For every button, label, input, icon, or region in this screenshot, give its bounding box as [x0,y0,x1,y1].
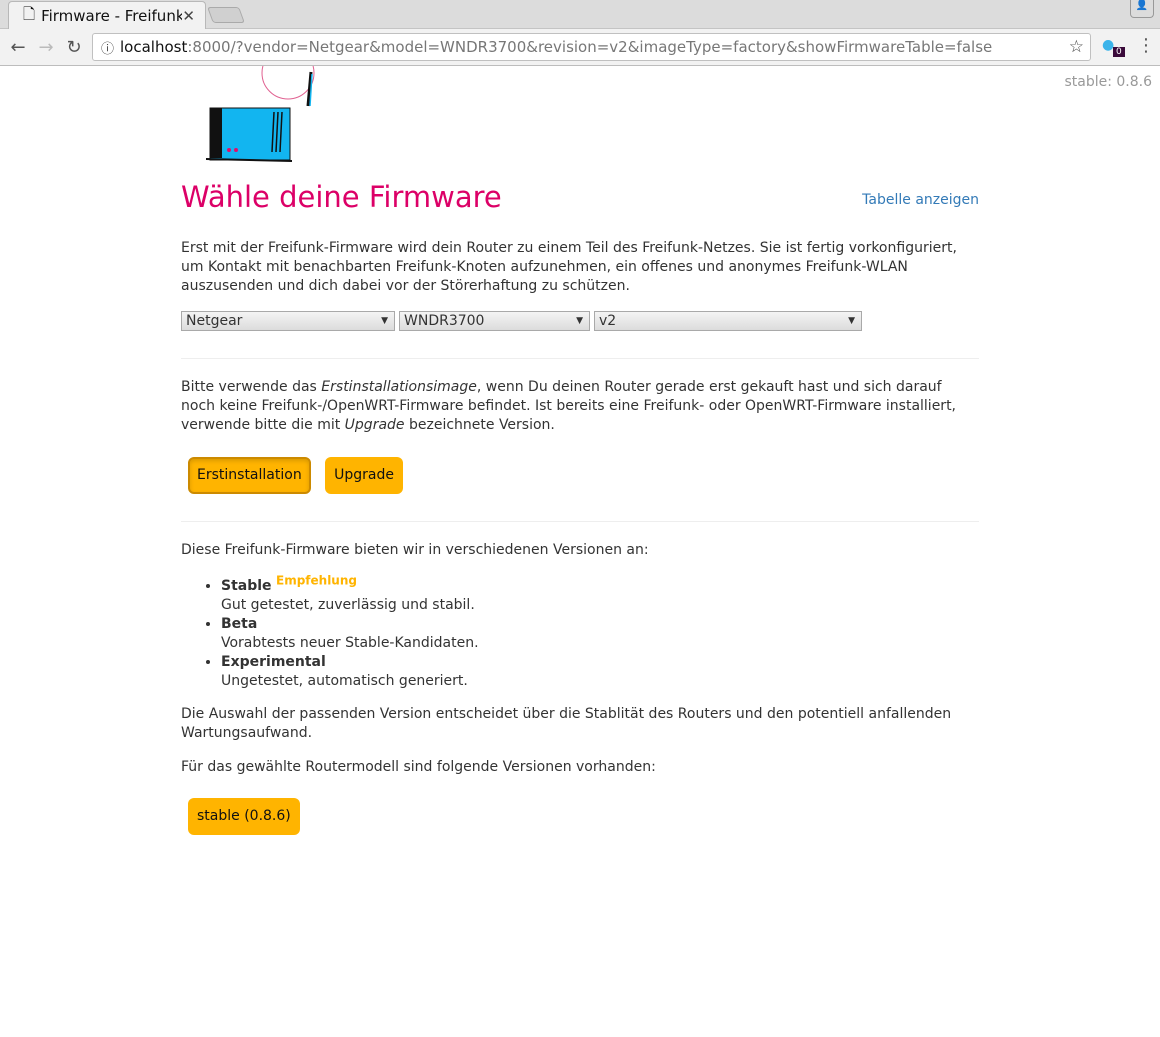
branch-stable: Stable Empfehlung Gut getestet, zuverläss… [221,574,979,615]
available-intro: Für das gewählte Routermodell sind folge… [181,759,656,775]
chevron-down-icon: ▼ [576,316,583,326]
info-text: Bitte verwende das [181,379,322,395]
branch-desc: Gut getestet, zuverlässig und stabil. [221,597,475,613]
tab-title: Firmware - Freifunk [41,7,183,25]
bookmark-star-icon[interactable]: ☆ [1069,37,1084,57]
reload-icon[interactable]: ↻ [60,37,88,58]
divider [181,521,979,522]
url-host: localhost [120,38,188,56]
close-tab-icon[interactable]: ✕ [182,7,195,25]
branch-name: Experimental [221,654,326,670]
branch-name: Stable [221,578,272,594]
info-emphasis: Erstinstallationsimage [321,379,477,395]
address-bar[interactable]: ⓘ localhost:8000/?vendor=Netgear&model=W… [92,33,1091,61]
show-table-link[interactable]: Tabelle anzeigen [862,191,979,210]
branch-experimental: Experimental Ungetestet, automatisch gene… [221,653,979,691]
versions-intro: Diese Freifunk-Firmware bieten wir in ve… [181,542,649,558]
back-icon[interactable]: ← [4,37,32,58]
page-title: Wähle deine Firmware [181,180,502,214]
profile-icon[interactable]: 👤 [1130,0,1154,18]
tab-bar: 🗋 Firmware - Freifunk ✕ 👤 [0,0,1160,30]
browser-tab[interactable]: 🗋 Firmware - Freifunk ✕ [8,1,206,30]
branch-beta: Beta Vorabtests neuer Stable-Kandidaten. [221,615,979,653]
info-text: bezeichnete Version. [404,417,555,433]
forward-icon[interactable]: → [32,37,60,58]
url-rest: :8000/?vendor=Netgear&model=WNDR3700&rev… [187,38,993,56]
version-label: stable: 0.8.6 [1064,74,1152,90]
image-type-info: Bitte verwende das Erstinstallationsimag… [181,378,979,435]
divider [181,358,979,359]
recommended-badge: Empfehlung [276,573,357,588]
page-icon: 🗋 [23,4,36,23]
branch-desc: Vorabtests neuer Stable-Kandidaten. [221,635,479,651]
info-icon: ⓘ [101,41,115,57]
device-selectors: Netgear ▼ WNDR3700 ▼ v2 ▼ [181,311,864,331]
branch-list: Stable Empfehlung Gut getestet, zuverläss… [181,574,979,691]
branch-name: Beta [221,616,258,632]
vendor-select[interactable]: Netgear ▼ [181,311,395,331]
factory-button[interactable]: Erstinstallation [188,457,311,494]
menu-icon[interactable]: ⋮ [1137,35,1155,56]
router-logo [206,66,315,162]
upgrade-button[interactable]: Upgrade [325,457,403,494]
info-emphasis: Upgrade [344,417,405,433]
extension-badge: 0 [1113,47,1125,57]
branch-desc: Ungetestet, automatisch generiert. [221,673,468,689]
model-select[interactable]: WNDR3700 ▼ [399,311,590,331]
download-stable-button[interactable]: stable (0.8.6) [188,798,300,835]
download-buttons: stable (0.8.6) [188,798,300,835]
intro-text: Erst mit der Freifunk-Firmware wird dein… [181,240,957,294]
browser-toolbar: ← → ↻ ⓘ localhost:8000/?vendor=Netgear&m… [0,29,1160,66]
revision-value: v2 [599,313,617,329]
image-type-buttons: Erstinstallation Upgrade [188,457,403,494]
vendor-value: Netgear [186,313,243,329]
stability-note: Die Auswahl der passenden Version entsch… [181,706,952,741]
revision-select[interactable]: v2 ▼ [594,311,862,331]
model-value: WNDR3700 [404,313,485,329]
chevron-down-icon: ▼ [848,316,855,326]
chevron-down-icon: ▼ [381,316,388,326]
new-tab-button[interactable] [207,7,245,23]
